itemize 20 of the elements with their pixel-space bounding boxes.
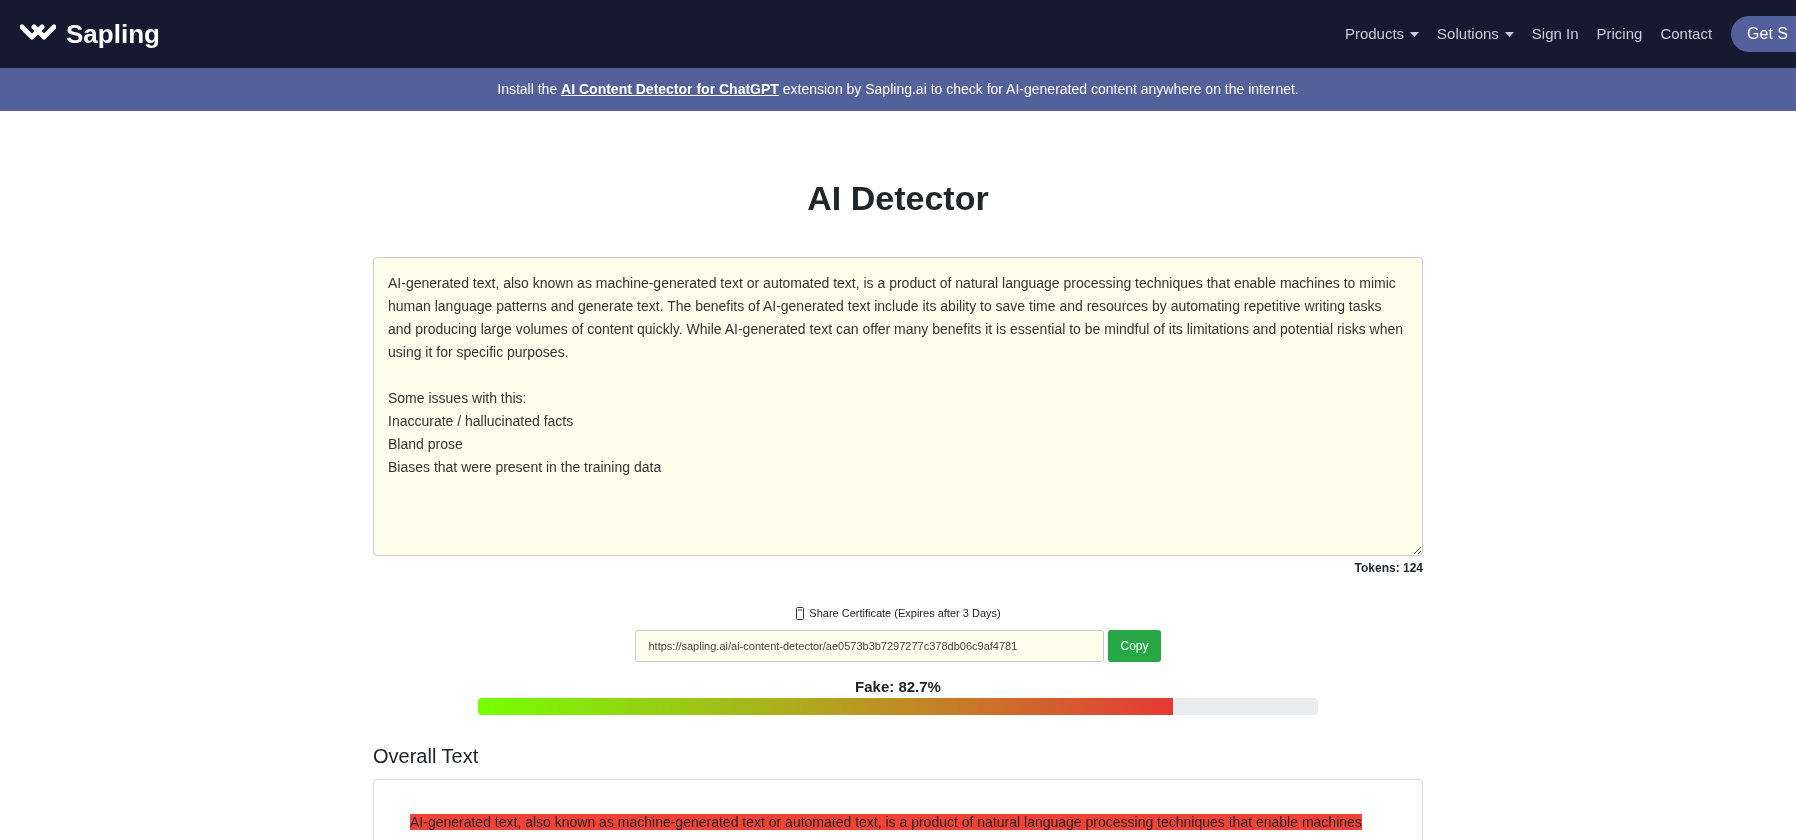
nav-link[interactable]: Products xyxy=(1335,22,1429,46)
token-count: Tokens: 124 xyxy=(1354,560,1423,577)
page-title: AI Detector xyxy=(807,178,989,219)
share-certificate-label: Share Certificate (Expires after 3 Days) xyxy=(809,606,1001,621)
banner-text: Install the AI Content Detector for ChatGPT extension by Sapling.ai to check for AI-generated content anywhere on the internet. xyxy=(497,80,1299,99)
highlighted-sentence: AI-generated text, also known as machine-generated text or automated text, is a product of natural language processing techniques that enable machines xyxy=(410,814,1362,830)
nav-link[interactable]: Sign In xyxy=(1522,22,1588,46)
nav-link[interactable]: Pricing xyxy=(1587,22,1652,46)
scroll-icon xyxy=(795,606,806,620)
caret-icon xyxy=(1410,31,1420,37)
section-heading: Overall Text xyxy=(373,744,480,769)
fake-score: Fake: 82.7% xyxy=(855,676,941,697)
nav-link[interactable]: Solutions xyxy=(1428,22,1523,46)
caret-icon xyxy=(1504,31,1514,37)
extension-link[interactable]: AI Content Detector for ChatGPT xyxy=(561,81,779,97)
get-started-button[interactable]: Get S xyxy=(1731,16,1796,52)
brand-name: Sapling xyxy=(66,17,160,51)
text-input-field[interactable]: AI-generated text, also known as machine-generated text or automated text, is a product of natural language processing techniques that enable machines to mimic human language patterns and generate text. The benefits of AI-generated text include its ability to save time and resources by automating repetitive writing tasks and producing large volumes of content quickly. While AI-generated text can offer many benefits it is essential to be mindful of its limitations and potential risks when using it for specific purposes. Some issues with this: Inaccurate / hallucinated facts Bland prose Biases that were present in the training data xyxy=(373,257,1423,556)
certificate-url-field[interactable]: https://sapling.ai/ai-content-detector/ae0573b3b7297277c378db06c9af4781 xyxy=(635,629,1105,662)
nav-link[interactable]: Contact xyxy=(1651,22,1722,46)
